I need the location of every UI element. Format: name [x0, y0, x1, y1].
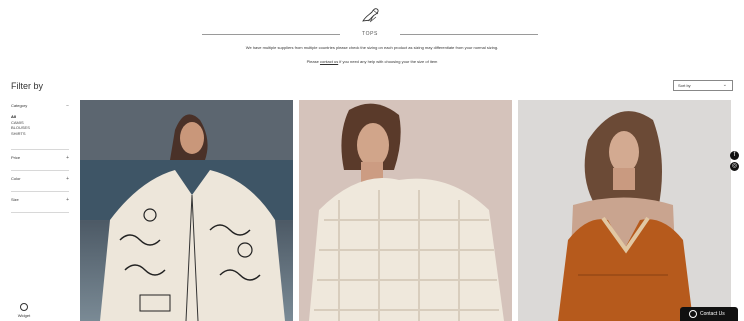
filter-header-color[interactable]: Color +	[11, 176, 69, 182]
contact-us-button[interactable]: Contact Us	[680, 307, 738, 321]
product-image-orange-cami[interactable]	[518, 100, 731, 321]
widget-label: Widget	[17, 313, 31, 318]
category-options: All CAMIS BLOUSES SHIRTS	[11, 114, 69, 136]
filter-title: Filter by	[11, 81, 44, 91]
product-card[interactable]	[80, 100, 293, 321]
title-rule-left	[202, 34, 340, 35]
product-image-printed-blouse[interactable]	[80, 100, 293, 321]
page-title: TOPS	[362, 31, 378, 37]
brand-logo-icon[interactable]	[360, 6, 382, 24]
category-option-shirts[interactable]: SHIRTS	[11, 131, 69, 137]
sort-label: Sort by	[678, 83, 691, 88]
collapse-icon: −	[66, 103, 69, 109]
filter-sidebar: Category − All CAMIS BLOUSES SHIRTS Pric…	[11, 98, 69, 213]
instagram-icon[interactable]: ◎	[730, 162, 739, 171]
filter-section-category: Category − All CAMIS BLOUSES SHIRTS	[11, 98, 69, 150]
chat-icon	[689, 310, 697, 318]
product-card[interactable]	[299, 100, 512, 321]
filter-label: Category	[11, 103, 28, 108]
sort-dropdown[interactable]: Sort by ⌄	[673, 80, 733, 91]
help-suffix: if you need any help with choosing your …	[339, 59, 438, 64]
filter-header-category[interactable]: Category −	[11, 103, 69, 109]
filter-label: Price	[11, 155, 21, 160]
filter-header-price[interactable]: Price +	[11, 155, 69, 161]
accessibility-icon	[20, 303, 28, 311]
filter-label: Color	[11, 176, 21, 181]
contact-label: Contact Us	[700, 311, 725, 317]
expand-icon: +	[66, 176, 69, 182]
title-rule-right	[400, 34, 538, 35]
facebook-icon[interactable]: f	[730, 151, 739, 160]
filter-section-size[interactable]: Size +	[11, 192, 69, 213]
expand-icon: +	[66, 155, 69, 161]
page-header: TOPS We have multiple suppliers from mul…	[0, 0, 744, 70]
accessibility-widget[interactable]: Widget	[14, 303, 34, 318]
sizing-notice: We have multiple suppliers from multiple…	[245, 45, 499, 50]
filter-header-size[interactable]: Size +	[11, 197, 69, 203]
expand-icon: +	[66, 197, 69, 203]
contact-us-link[interactable]: contact us	[320, 59, 338, 64]
chevron-down-icon: ⌄	[722, 82, 727, 88]
filter-section-price[interactable]: Price +	[11, 150, 69, 171]
product-image-lace-top[interactable]	[299, 100, 512, 321]
help-prefix: Please	[306, 59, 319, 64]
filter-label: Size	[11, 197, 19, 202]
product-card[interactable]	[518, 100, 731, 321]
help-text: Please contact us if you need any help w…	[230, 59, 514, 64]
filter-section-color[interactable]: Color +	[11, 171, 69, 192]
